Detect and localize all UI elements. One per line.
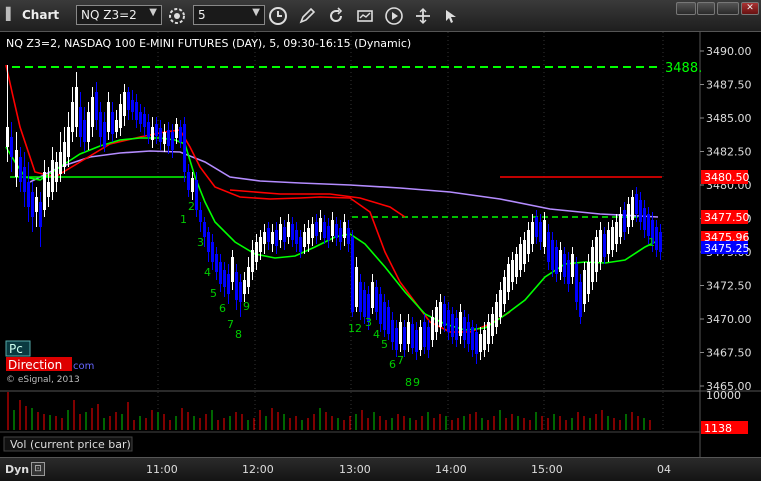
price-marker-3480: 3480.50 xyxy=(701,170,750,184)
count-label: 12 xyxy=(348,322,362,335)
scale-lock-icon[interactable]: ⊡ xyxy=(31,462,45,476)
time-label-04: 04 xyxy=(657,463,671,476)
interval-value: 5 xyxy=(198,8,206,22)
count-label: 5 xyxy=(210,287,217,300)
price-axis-label: 3485.00 xyxy=(706,112,752,125)
chart-panel[interactable]: NQ Z3=2, NASDAQ 100 E-MINI FUTURES (DAY)… xyxy=(0,32,761,457)
count-label: 7 xyxy=(227,318,234,331)
time-label-1500: 15:00 xyxy=(531,463,563,476)
play-icon[interactable] xyxy=(384,6,404,26)
clock-icon[interactable] xyxy=(268,6,288,26)
count-label: 4 xyxy=(373,328,380,341)
candle xyxy=(351,230,354,317)
copyright-text: © eSignal, 2013 xyxy=(6,375,80,385)
pencil-icon[interactable] xyxy=(297,6,317,26)
count-label: 5 xyxy=(381,338,388,351)
symbol-value: NQ Z3=2 xyxy=(81,8,137,22)
price-axis-label: 3487.50 xyxy=(706,79,752,92)
price-axis-label: 3472.50 xyxy=(706,280,752,293)
price-axis-label: 3482.50 xyxy=(706,146,752,159)
window-maximize-button[interactable] xyxy=(717,2,739,15)
price-axis-label: 3470.00 xyxy=(706,313,752,326)
window-close-button[interactable]: ✕ xyxy=(741,2,759,15)
count-label: 6 xyxy=(389,358,396,371)
svg-text:3480.50: 3480.50 xyxy=(704,171,750,184)
price-axis-label: 3490.00 xyxy=(706,45,752,58)
svg-text:3477.50: 3477.50 xyxy=(704,211,750,224)
time-label-1400: 14:00 xyxy=(435,463,467,476)
svg-text:com: com xyxy=(73,361,94,372)
cursor-icon[interactable] xyxy=(441,6,461,26)
count-label: 9 xyxy=(413,376,420,389)
price-marker-3477: 3477.50 xyxy=(701,210,750,224)
svg-text:Pc: Pc xyxy=(9,342,23,356)
count-label: 3 xyxy=(197,236,204,249)
study-icon[interactable] xyxy=(355,6,375,26)
chevron-down-icon[interactable]: ▼ xyxy=(149,7,157,18)
time-label-1300: 13:00 xyxy=(339,463,371,476)
window-options-button[interactable] xyxy=(676,2,696,15)
svg-text:Direction: Direction xyxy=(8,358,62,372)
interval-input[interactable]: 5 ▼ xyxy=(193,5,265,25)
price-axis-label: 3467.50 xyxy=(706,347,752,360)
window-menu-icon[interactable]: ▌ xyxy=(6,8,16,20)
pan-icon[interactable] xyxy=(413,6,433,26)
dyn-mode-label[interactable]: Dyn xyxy=(5,463,29,476)
price-chart[interactable]: NQ Z3=2, NASDAQ 100 E-MINI FUTURES (DAY)… xyxy=(0,32,761,457)
gear-icon[interactable] xyxy=(167,6,187,26)
count-label: 3 xyxy=(365,316,372,329)
volume-current-marker: 1138 xyxy=(701,421,748,435)
count-label: 6 xyxy=(219,302,226,315)
volume-axis-label: 10000 xyxy=(706,389,741,402)
count-label: 4 xyxy=(204,266,211,279)
svg-text:1138: 1138 xyxy=(704,422,732,435)
count-label: 8 xyxy=(405,376,412,389)
count-label: 2 xyxy=(188,200,195,213)
chart-toolbar: ▌ Chart NQ Z3=2 ▼ 5 ▼ ✕ xyxy=(0,0,761,32)
count-label: 9 xyxy=(243,300,250,313)
refresh-icon[interactable] xyxy=(326,6,346,26)
count-label: 7 xyxy=(397,354,404,367)
time-label-1100: 11:00 xyxy=(146,463,178,476)
count-label: 1 xyxy=(648,236,655,249)
count-label: 1 xyxy=(180,213,187,226)
volume-label: Vol (current price bar) xyxy=(10,438,131,451)
chart-header: NQ Z3=2, NASDAQ 100 E-MINI FUTURES (DAY)… xyxy=(6,37,411,50)
time-label-1200: 12:00 xyxy=(242,463,274,476)
svg-text:3475.25: 3475.25 xyxy=(704,242,750,255)
chevron-down-icon[interactable]: ▼ xyxy=(252,7,260,18)
price-marker-3475-25: 3475.25 xyxy=(701,241,750,255)
price-marker-3488: 3488. xyxy=(665,61,702,76)
window-restore-button[interactable] xyxy=(697,2,715,15)
count-label: 8 xyxy=(235,328,242,341)
symbol-input[interactable]: NQ Z3=2 ▼ xyxy=(76,5,162,25)
window-title: Chart xyxy=(22,8,60,22)
time-axis-bar: Dyn ⊡ 11:00 12:00 13:00 14:00 15:00 04 xyxy=(0,457,761,481)
